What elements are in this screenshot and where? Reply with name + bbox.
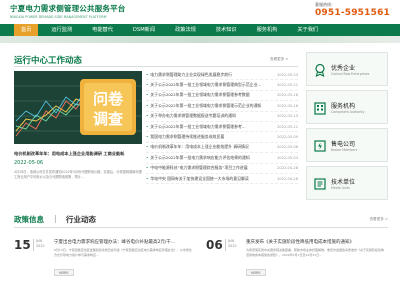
bottom-tabs: 政策信息 | 行业动态 查看更多 > [14,212,388,228]
news-title[interactable]: 关于公示2022年第一批工业领域电力需求侧管理参考数据 [146,92,264,98]
news-date: 2022-05-21 [277,83,298,88]
feature-date: 2022-05-06 [14,160,44,166]
list-item[interactable]: 电力需求侧管理助力企业实现绿色发展稳步前行 2022-05-23 [146,70,298,81]
nav-item-dsm-news[interactable]: DSM新闻 [126,24,162,36]
card-year: 2022 [36,244,45,248]
news-title[interactable]: 我国电力需求侧管理持续推进服务成效显著 [146,134,264,140]
news-title[interactable]: 电价机制改革年年：用电成本上涨企业能效提升 调研情况 [146,144,264,150]
service-name: 服务机构 [331,103,356,110]
news-title[interactable]: 关于公示2022年第一批工业领域电力需求侧管理示范企业的通知 [146,103,264,109]
ops-center-more-link[interactable]: 查看更多 > [270,57,289,62]
list-item[interactable]: 中电中能源科技“电力需求侧管理综合服务”项目工作进展 2022-04-28 [146,164,298,174]
more-button[interactable]: MORE [54,269,74,276]
site-subtitle: NINGXIA POWER DEMAND SIDE MANAGEMENT PLA… [10,15,107,19]
card-day: 06 [206,238,223,252]
list-item[interactable]: 关于公示2022年第一批工业领域电力需求侧管理示范企业的通知 2022-05-16 [146,101,298,112]
service-name: 技术单位 [331,179,356,186]
card-year: 2022 [228,244,237,248]
news-date: 2022-05-03 [277,155,298,160]
nav-item-monitoring[interactable]: 运行监测 [44,24,79,36]
news-date: 2022-05-16 [277,103,298,108]
list-item[interactable]: 关于举办电力需求侧管理数据报送专题培训的通知 2022-05-13 [146,112,298,122]
bottom-more-link[interactable]: 查看更多 > [369,217,388,222]
tab-industry-news[interactable]: 行业动态 [66,214,96,225]
divider [225,239,226,251]
list-item[interactable]: 关于公示2022年第一批工业领域电力需求侧管理参考... 2022-05-11 [146,122,298,133]
service-tile-tech-units[interactable]: 技术单位 Media Units [306,166,388,200]
nav-item-tech-knowledge[interactable]: 技术知识 [209,24,244,36]
news-date: 2022-05-23 [277,72,298,77]
building-icon [313,100,327,115]
svg-text:调查: 调查 [93,110,124,128]
list-item[interactable]: 华电中央 国网有关于加快建设全国统一大市场的意见解读 2022-04-26 [146,174,298,185]
more-button[interactable]: MORE [246,269,266,276]
news-title[interactable]: 华电中央 国网有关于加快建设全国统一大市场的意见解读 [146,176,264,182]
news-date: 2022-05-18 [277,93,298,98]
svg-text:问卷: 问卷 [93,90,124,108]
news-title[interactable]: 关于举办电力需求侧管理数据报送专题培训的通知 [146,113,264,119]
site-header: 宁夏电力需求侧管理公共服务平台 NINGXIA POWER DEMAND SID… [0,0,400,21]
news-date: 2022-05-13 [277,114,298,119]
news-date: 2022-05-09 [277,135,298,140]
card-month: JUN [228,239,235,243]
list-item[interactable]: 电价机制改革年年：用电成本上涨企业能效提升 调研情况 2022-05-06 [146,143,298,154]
news-title[interactable]: 关于公示2022年第一批工业领域电力需求侧管理参考... [146,124,264,130]
tab-policy-info[interactable]: 政策信息 [14,214,44,225]
service-tile-electricity-retailers[interactable]: 售电公司 Broker Members [306,128,388,162]
ops-news-list: 电力需求侧管理助力企业实现绿色发展稳步前行 2022-05-23 关于公示2022… [146,70,298,185]
hotline-number: 0951-5951561 [314,8,390,18]
nav-item-service-agencies[interactable]: 服务机构 [250,24,285,36]
news-card[interactable]: 15 JUN 2022 宁夏出台电力需求响应管理办法：峰谷电价补贴最高2元/千.… [14,238,192,286]
nav-item-home[interactable]: 首页 [14,24,39,36]
service-en: Control Row Enterprises [331,72,370,76]
news-title[interactable]: 关于公示2022年第一批工业领域电力需求侧管理典型示范企业... [146,82,264,88]
service-tile-service-agencies[interactable]: 服务机构 Competent Authority [306,90,388,124]
main-nav: 首页 运行监测 电能替代 DSM新闻 政策法规 技术知识 服务机构 关于我们 [0,24,400,36]
news-title[interactable]: 电力需求侧管理助力企业实现绿色发展稳步前行 [146,72,264,78]
card-day: 15 [14,238,31,252]
list-item[interactable]: 关于公示2022年第一批工业领域电力需求侧管理参考数据 2022-05-18 [146,91,298,102]
feature-caption[interactable]: 电价机制改革年年：用电成本上涨企业用能调研 工商业能耗 [14,151,144,157]
ops-center-title: 运行中心工作动态 [14,56,83,66]
nav-item-electricity-substitution[interactable]: 电能替代 [85,24,120,36]
news-date: 2022-05-11 [277,124,298,129]
service-tile-excellent-enterprises[interactable]: 优秀企业 Control Row Enterprises [306,52,388,86]
feature-image-questionnaire[interactable]: 问卷 调查 [14,71,142,144]
card-title[interactable]: 宁夏出台电力需求响应管理办法：峰谷电价补贴最高2元/千... [54,239,194,245]
award-icon [313,62,327,78]
card-summary: 为贯彻落实党中央国务院决策部署，帮助市场主体纾困解难，重庆市发展改革委发布《关于… [246,248,384,257]
power-plug-icon [313,138,327,152]
divider [14,66,298,67]
news-date: 2022-04-26 [277,176,298,181]
hero-banner-strip [0,36,400,43]
feature-summary: 4月28日，电网公司文件发布通知2022年5月份代理购电价格。实施后，分析国网湖… [14,170,142,179]
site-logo[interactable]: 宁夏电力需求侧管理公共服务平台 NINGXIA POWER DEMAND SID… [10,3,126,19]
service-en: Broker Members [331,148,358,152]
list-item[interactable]: 关于公示2022年第一批电力需求响应能力评估结果的通知 2022-05-03 [146,153,298,164]
nav-item-about[interactable]: 关于我们 [290,24,325,36]
news-title[interactable]: 中电中能源科技“电力需求侧管理综合服务”项目工作进展 [146,165,264,171]
service-name: 售电公司 [331,141,356,148]
tab-separator: | [54,214,57,223]
card-month: JUN [36,239,43,243]
service-en: Media Units [331,186,350,190]
card-title[interactable]: 重庆发布《关于实施阶段性降低用电成本措施的通知》 [246,239,386,245]
card-summary: 6月14日，宁夏回族自治区发展和改革委员会印发《宁夏回族自治区电力需求响应管理办… [54,248,192,257]
list-item[interactable]: 关于公示2022年第一批工业领域电力需求侧管理典型示范企业... 2022-05-… [146,80,298,91]
news-card[interactable]: 06 JUN 2022 重庆发布《关于实施阶段性降低用电成本措施的通知》 为贯彻… [206,238,384,286]
news-date: 2022-05-06 [277,145,298,150]
news-title[interactable]: 关于公示2022年第一批电力需求响应能力评估结果的通知 [146,155,264,161]
nav-item-policies[interactable]: 政策法规 [168,24,203,36]
divider [33,239,34,251]
list-item[interactable]: 我国电力需求侧管理持续推进服务成效显著 2022-05-09 [146,132,298,143]
news-date: 2022-04-28 [277,166,298,171]
service-en: Competent Authority [331,110,365,114]
tech-icon [313,176,327,190]
service-name: 优秀企业 [331,65,356,72]
hotline: 客服热线： 0951-5951561 [315,2,390,18]
site-title: 宁夏电力需求侧管理公共服务平台 [10,4,126,13]
